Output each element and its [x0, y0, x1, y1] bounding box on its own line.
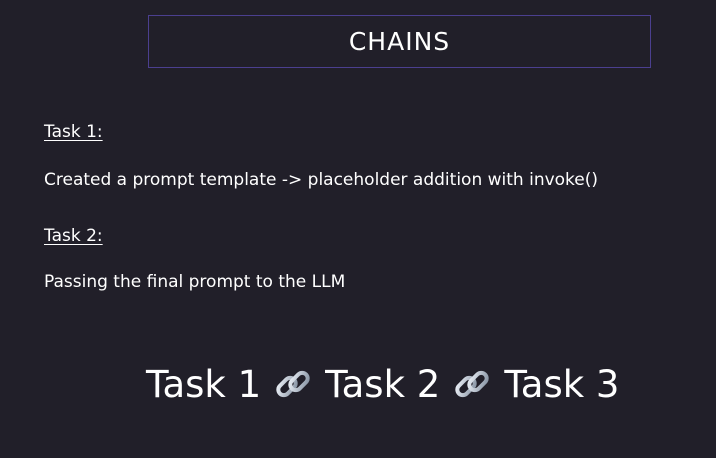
chain-diagram: Task 1 Task 2 Task 3: [146, 362, 619, 406]
slide-title: CHAINS: [348, 27, 451, 56]
task-2-heading: Task 2:: [44, 226, 103, 246]
task-2-description: Passing the final prompt to the LLM: [44, 272, 346, 292]
task-1-description: Created a prompt template -> placeholder…: [44, 170, 599, 190]
task-1-heading: Task 1:: [44, 122, 103, 142]
chain-task-2: Task 2: [325, 362, 441, 406]
title-box: CHAINS: [148, 15, 651, 68]
link-icon: [271, 362, 315, 406]
chain-task-1: Task 1: [146, 362, 262, 406]
link-icon: [450, 362, 494, 406]
chain-task-3: Task 3: [504, 362, 620, 406]
